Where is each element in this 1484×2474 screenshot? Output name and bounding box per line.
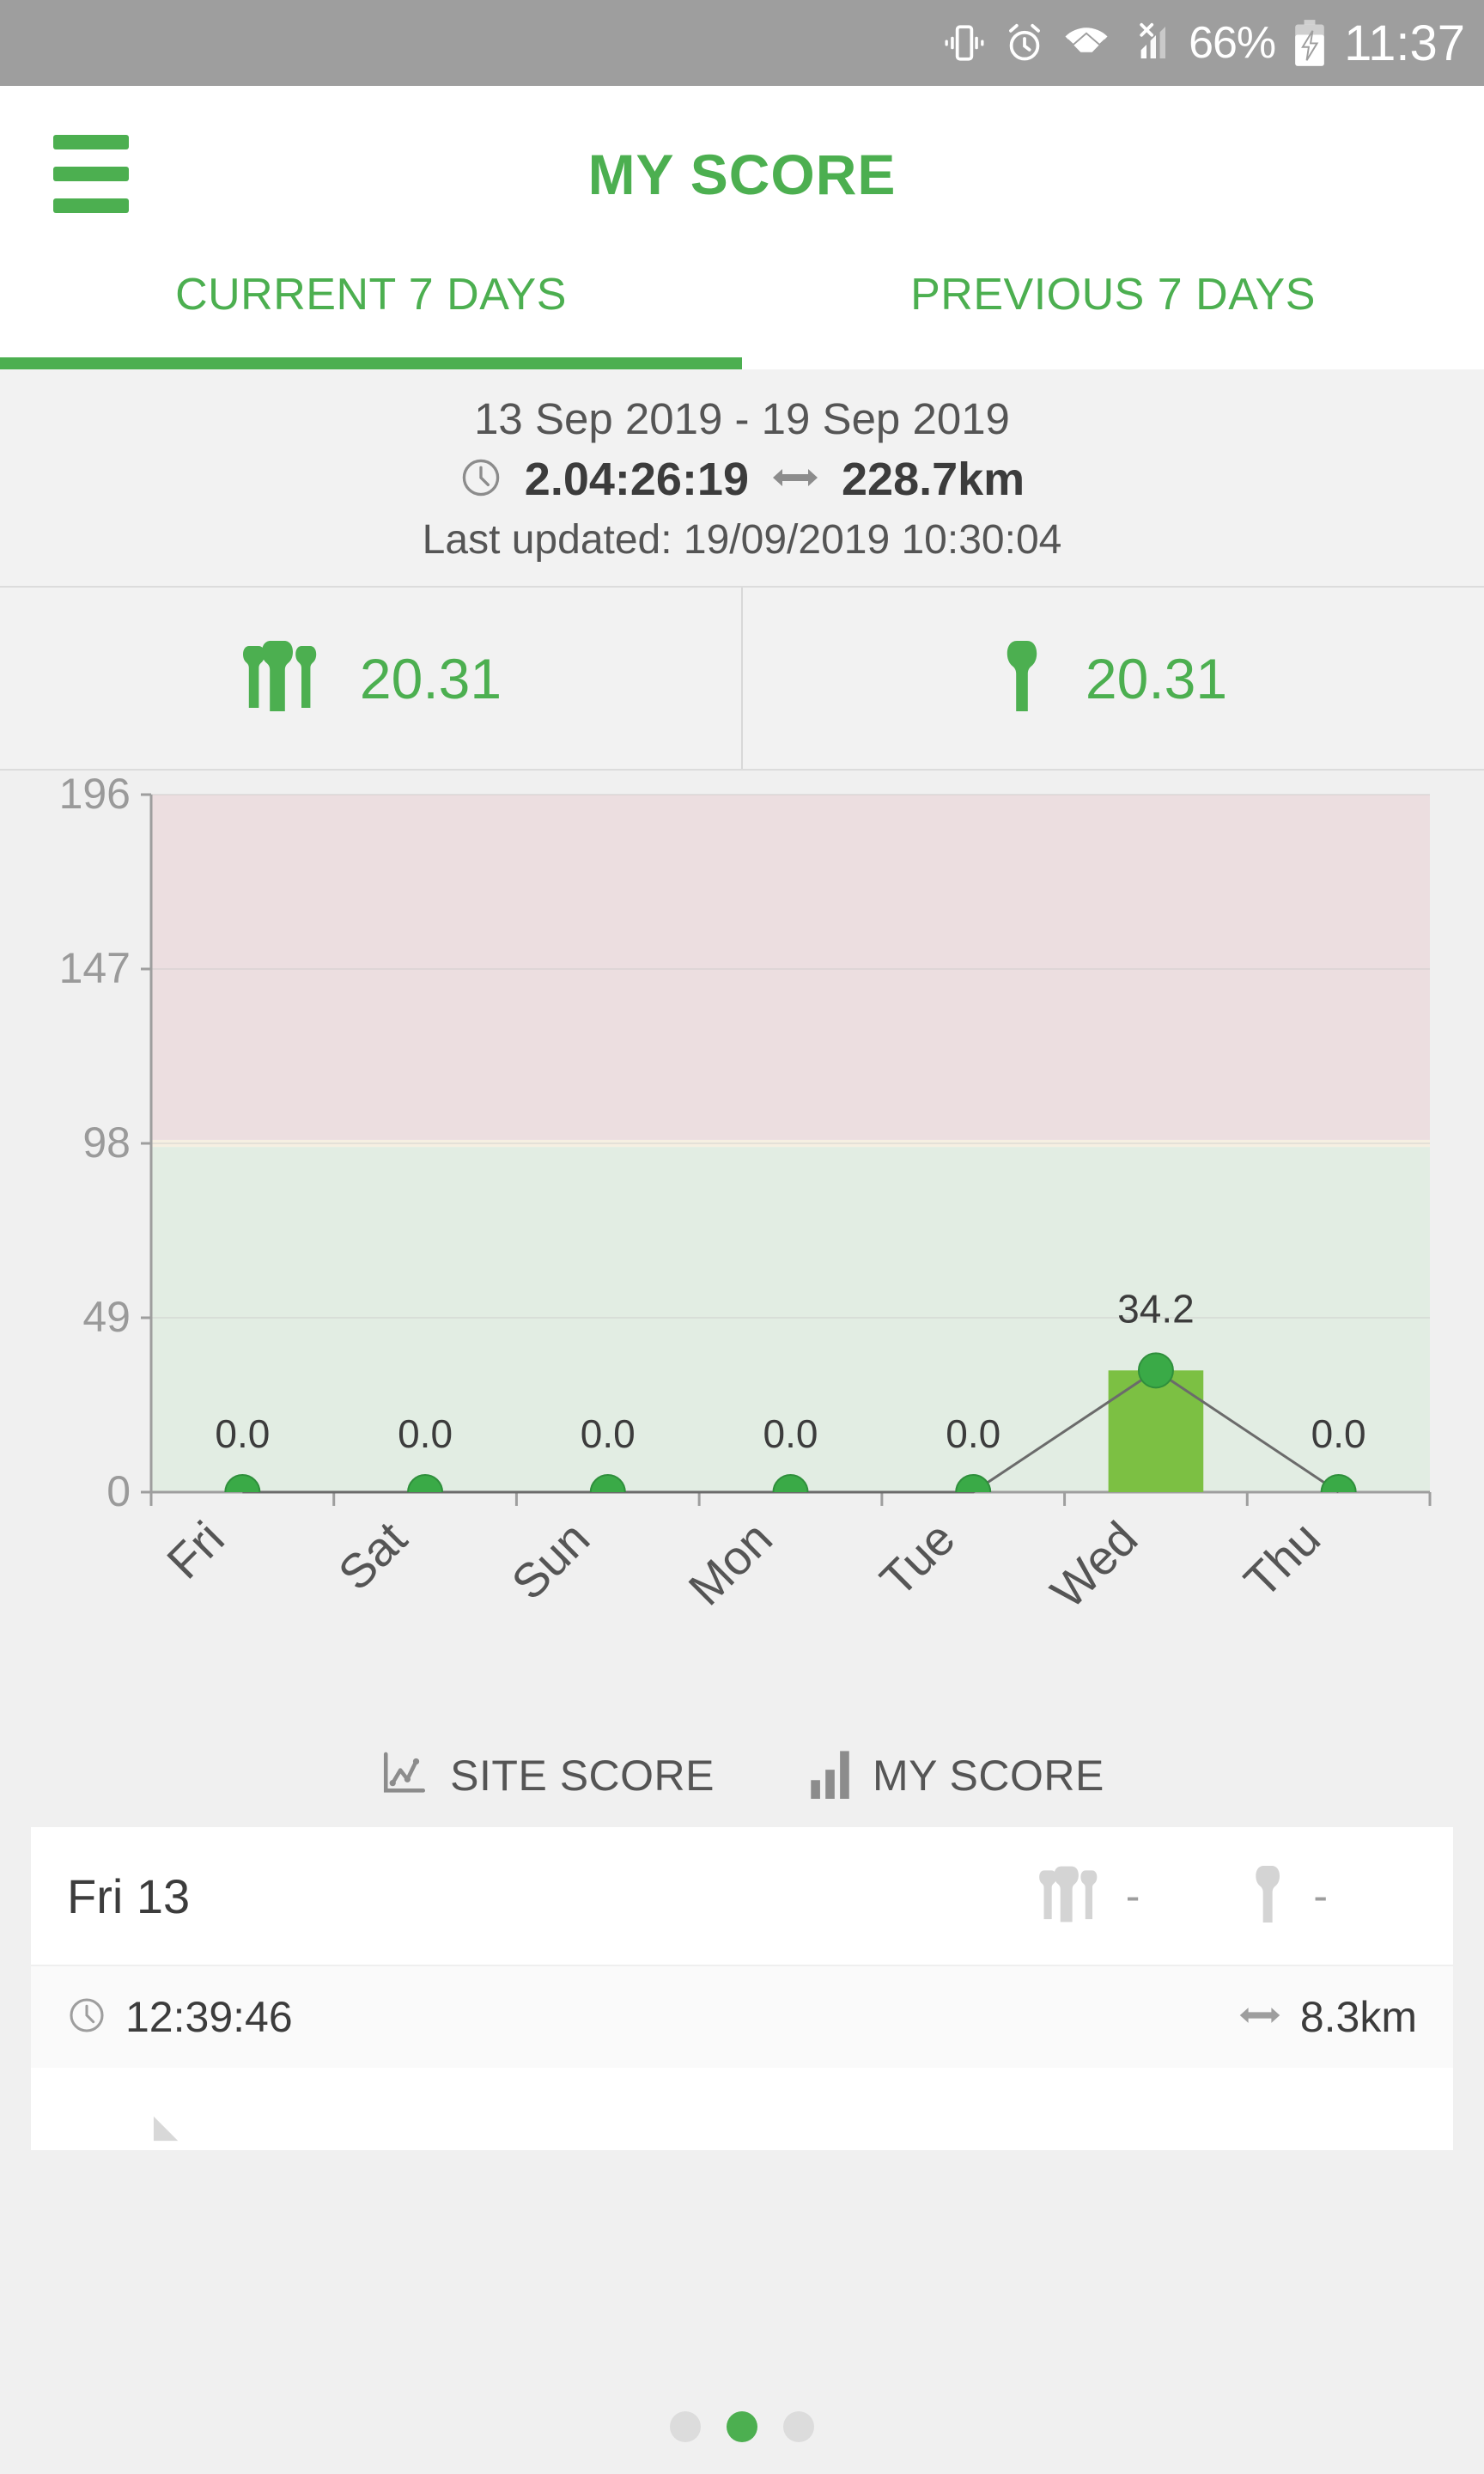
chart-data-point [772, 1474, 809, 1492]
signal-no-sim-icon [1127, 21, 1171, 64]
day-card-my-score: - [1250, 1865, 1328, 1927]
chart-point-label: 0.0 [398, 1411, 453, 1456]
page-dot-3[interactable] [783, 2411, 814, 2442]
chart-data-point [955, 1474, 992, 1492]
total-distance: 228.7km [842, 454, 1025, 505]
page-dot-2[interactable] [727, 2411, 757, 2442]
legend-label: SITE SCORE [450, 1752, 715, 1800]
day-card-scores: - - [1037, 1865, 1417, 1927]
chart-data-point [407, 1474, 444, 1492]
day-card-next-row-partial[interactable] [31, 2068, 1453, 2150]
legend-site-score[interactable]: SITE SCORE [380, 1749, 715, 1803]
chart-data-point [1137, 1352, 1174, 1389]
chart-bar [1108, 1370, 1204, 1492]
tab-bar: CURRENT 7 DAYS PREVIOUS 7 DAYS [0, 262, 1484, 369]
chart-canvas: 0 49 98 147 196 0.0 0.0 0.0 0.0 0.0 34.2 0.0 Fri Sat S… [59, 771, 1432, 1618]
chart-y-tick-label: 196 [59, 771, 131, 818]
chart-y-tick-label: 0 [106, 1467, 131, 1515]
bar-chart-icon [809, 1749, 852, 1803]
tab-label: CURRENT 7 DAYS [175, 270, 567, 320]
duration-group: 12:39:46 [67, 1992, 293, 2042]
day-card-date: Fri 13 [67, 1868, 191, 1923]
day-list: Fri 13 - - 12:39:46 8.3km [0, 1827, 1484, 2150]
day-card-site-score: - [1037, 1866, 1140, 1927]
chart-point-label: 0.0 [1311, 1411, 1366, 1456]
chart-y-tick-label: 147 [59, 944, 131, 992]
tab-previous-7-days[interactable]: PREVIOUS 7 DAYS [742, 262, 1484, 369]
day-card[interactable]: Fri 13 - - 12:39:46 8.3km [31, 1827, 1453, 2150]
chart-point-label: 0.0 [763, 1411, 818, 1456]
tab-label: PREVIOUS 7 DAYS [910, 270, 1316, 320]
summary-panel: 13 Sep 2019 - 19 Sep 2019 2.04:26:19 228… [0, 369, 1484, 588]
day-card-my-score-value: - [1313, 1872, 1328, 1920]
chart-band-danger-zone [151, 795, 1430, 1140]
vibrate-icon [943, 21, 986, 64]
page-title: MY SCORE [587, 142, 897, 206]
day-card-header: Fri 13 - - [31, 1827, 1453, 1965]
site-score-cell: 20.31 [0, 588, 741, 769]
day-card-detail-row[interactable]: 12:39:46 8.3km [31, 1965, 1453, 2068]
status-bar: 66% 11:37 [0, 0, 1484, 86]
status-bar-clock: 11:37 [1344, 15, 1465, 71]
group-people-icon [1037, 1866, 1107, 1927]
site-score-value: 20.31 [359, 646, 502, 710]
page-indicator [0, 2380, 1484, 2474]
score-row: 20.31 20.31 [0, 588, 1484, 771]
battery-percent: 66% [1189, 18, 1276, 68]
tab-current-7-days[interactable]: CURRENT 7 DAYS [0, 262, 742, 369]
last-updated: Last updated: 19/09/2019 10:30:04 [422, 517, 1062, 563]
line-chart-icon [380, 1749, 429, 1803]
chart-x-category-label: Sat [328, 1511, 417, 1600]
my-score-cell: 20.31 [741, 588, 1484, 769]
chart-legend: SITE SCORE MY SCORE [0, 1724, 1484, 1827]
chart-x-category-label: Sun [501, 1511, 599, 1610]
single-person-icon [1250, 1865, 1294, 1927]
chart-point-label: 0.0 [946, 1411, 1000, 1456]
distance-group: 8.3km [1238, 1992, 1417, 2042]
day-card-site-score-value: - [1125, 1872, 1140, 1920]
date-range: 13 Sep 2019 - 19 Sep 2019 [474, 394, 1010, 443]
group-people-icon [240, 641, 329, 716]
app-bar: MY SCORE [0, 86, 1484, 262]
chart-point-label: 34.2 [1117, 1286, 1195, 1331]
day-duration: 12:39:46 [125, 1993, 293, 2041]
chart-x-category-label: Mon [678, 1511, 782, 1616]
score-chart: 0 49 98 147 196 0.0 0.0 0.0 0.0 0.0 34.2 0.0 Fri Sat S… [0, 771, 1484, 1724]
chart-data-point [224, 1474, 261, 1492]
chart-y-tick-label: 98 [82, 1118, 131, 1167]
chart-y-tick-label: 49 [82, 1293, 131, 1341]
expand-caret-icon [141, 2116, 179, 2150]
day-distance: 8.3km [1299, 1993, 1417, 2041]
my-score-value: 20.31 [1085, 646, 1228, 710]
chart-data-point [589, 1474, 626, 1492]
chart-point-label: 0.0 [215, 1411, 270, 1456]
legend-label: MY SCORE [873, 1752, 1104, 1800]
clock-icon [459, 456, 502, 503]
battery-charging-icon [1292, 19, 1327, 67]
distance-arrows-icon [1238, 2002, 1281, 2032]
total-duration: 2.04:26:19 [524, 454, 749, 505]
chart-x-category-label: Thu [1233, 1511, 1330, 1608]
wifi-icon [1063, 21, 1110, 64]
summary-metrics: 2.04:26:19 228.7km [0, 453, 1484, 506]
chart-x-category-label: Wed [1040, 1511, 1147, 1618]
chart-data-point [1320, 1474, 1357, 1492]
alarm-icon [1003, 21, 1046, 64]
distance-arrows-icon [771, 463, 819, 497]
clock-icon [67, 1996, 106, 2039]
chart-x-category-label: Fri [156, 1511, 234, 1589]
single-person-icon [1000, 641, 1055, 716]
page-dot-1[interactable] [670, 2411, 701, 2442]
legend-my-score[interactable]: MY SCORE [809, 1749, 1104, 1803]
chart-point-label: 0.0 [581, 1411, 636, 1456]
chart-x-category-label: Tue [869, 1511, 964, 1606]
